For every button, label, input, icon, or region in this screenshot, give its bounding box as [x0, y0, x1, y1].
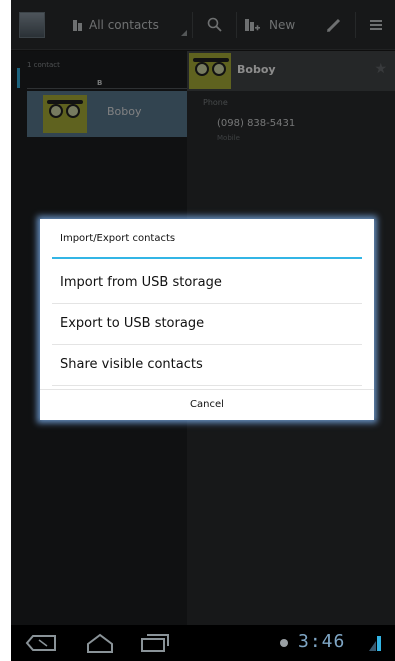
back-icon[interactable] — [25, 633, 59, 653]
dialog-title-divider — [52, 257, 362, 259]
notification-dot-icon[interactable] — [280, 639, 288, 647]
share-visible-option[interactable]: Share visible contacts — [52, 345, 362, 386]
import-export-dialog: Import/Export contacts Import from USB s… — [40, 219, 374, 420]
clock[interactable]: 3:46 — [298, 631, 345, 652]
import-usb-option[interactable]: Import from USB storage — [52, 263, 362, 304]
signal-icon — [369, 636, 381, 651]
export-usb-option[interactable]: Export to USB storage — [52, 304, 362, 345]
cancel-button[interactable]: Cancel — [40, 389, 374, 420]
system-bar: 3:46 — [11, 625, 395, 661]
recent-apps-icon[interactable] — [139, 633, 171, 653]
home-icon[interactable] — [85, 633, 115, 653]
left-bezel — [0, 0, 11, 661]
dialog-title: Import/Export contacts — [60, 233, 176, 244]
device-screen: All contacts New 1 contact B Boboy Boboy… — [11, 0, 395, 661]
